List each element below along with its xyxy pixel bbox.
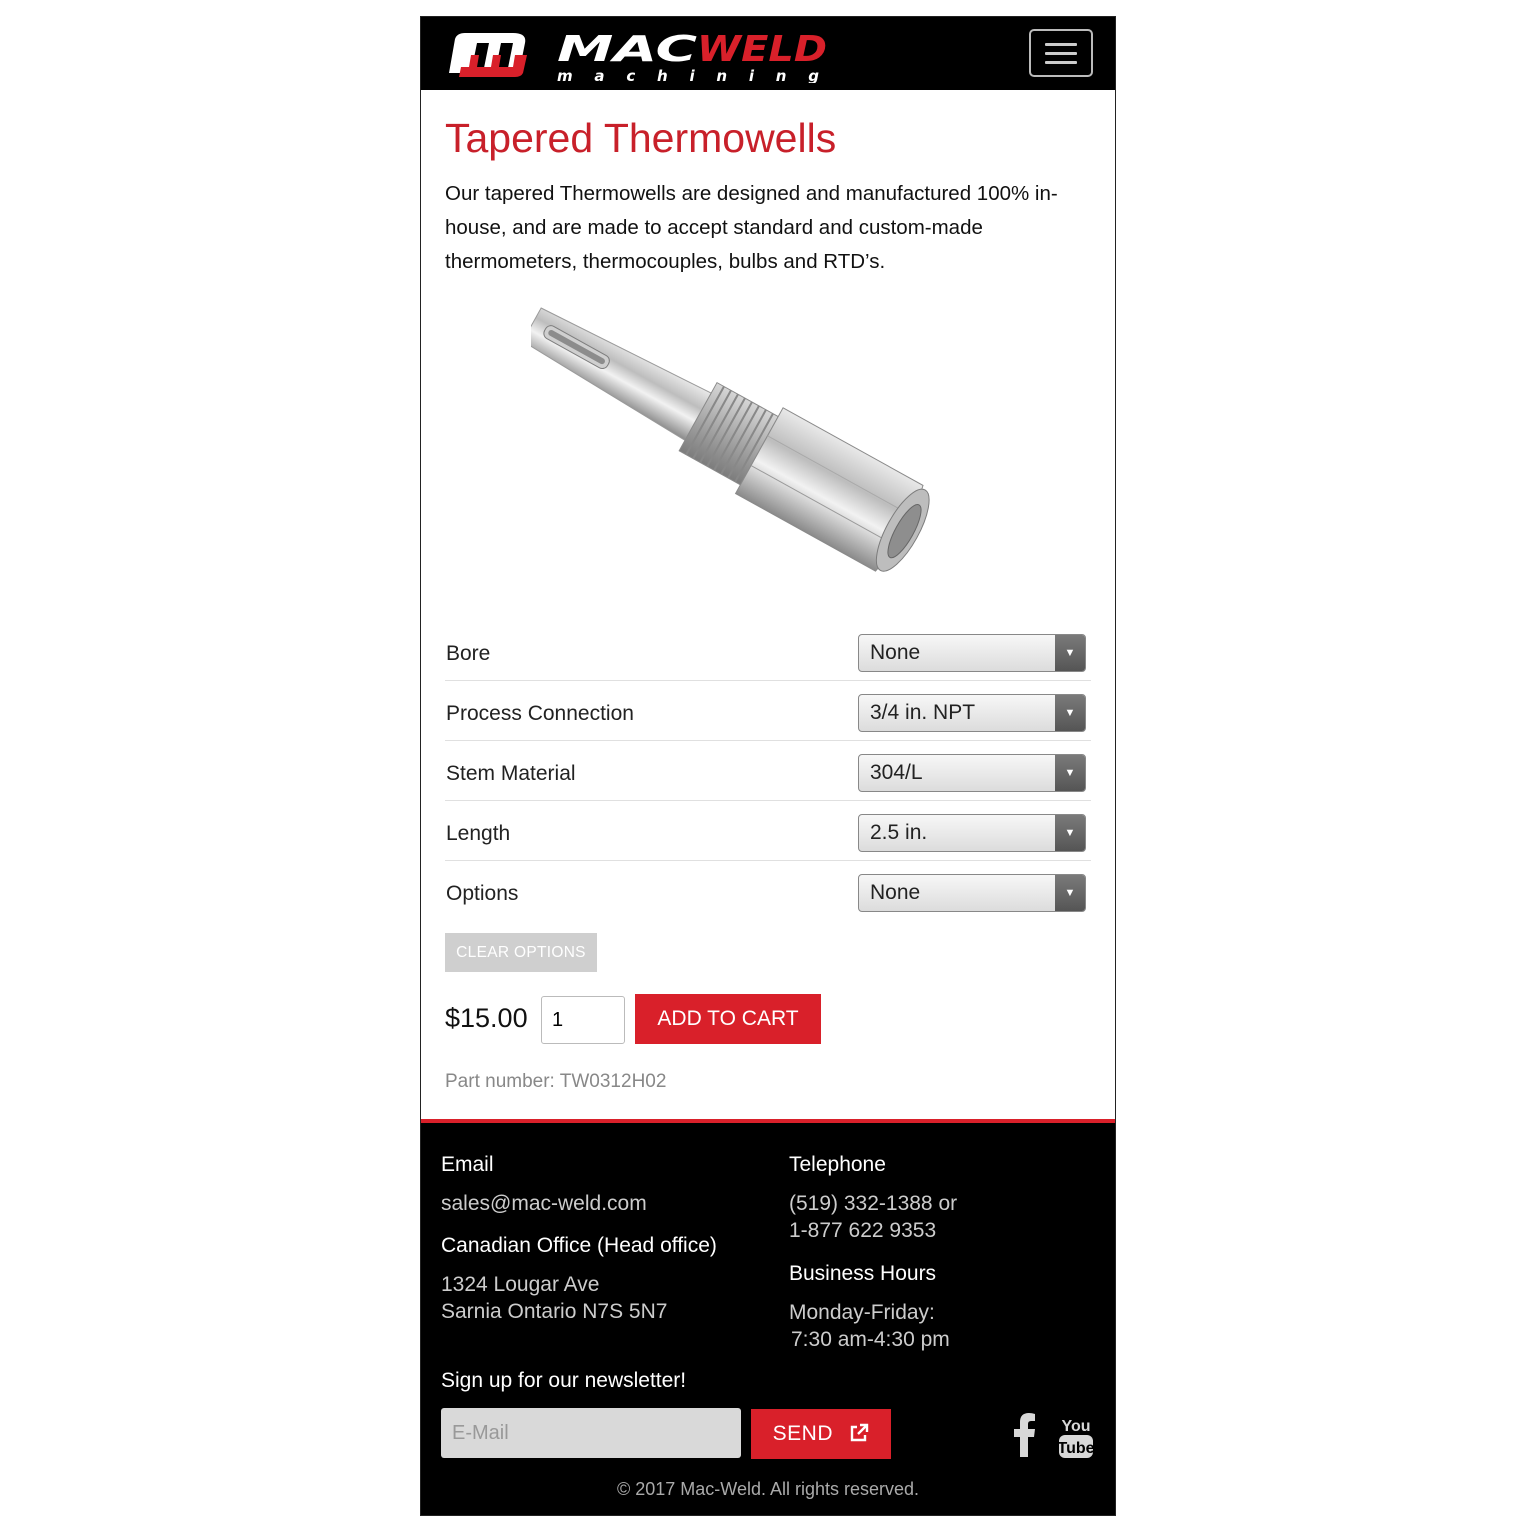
site-header: MAC WELD m a c h i n i n g xyxy=(421,17,1115,90)
youtube-icon[interactable]: You Tube xyxy=(1057,1415,1095,1459)
email-heading: Email xyxy=(441,1153,494,1176)
process-connection-select[interactable]: 3/4 in. NPT ▼ xyxy=(858,694,1086,732)
bore-select[interactable]: None ▼ xyxy=(858,634,1086,672)
option-row-process-connection: Process Connection 3/4 in. NPT ▼ xyxy=(445,681,1091,741)
hamburger-menu-button[interactable] xyxy=(1029,29,1093,77)
option-row-length: Length 2.5 in. ▼ xyxy=(445,801,1091,861)
select-value: 3/4 in. NPT xyxy=(870,701,976,724)
newsletter-send-button[interactable]: SEND xyxy=(751,1409,891,1459)
phone-number-1[interactable]: (519) 332-1388 or xyxy=(789,1190,957,1217)
phone-viewport: MAC WELD m a c h i n i n g Tapered Therm… xyxy=(420,16,1116,1516)
select-value: None xyxy=(870,881,921,904)
options-select[interactable]: None ▼ xyxy=(858,874,1086,912)
site-footer: Email sales@mac-weld.com Canadian Office… xyxy=(421,1119,1115,1515)
newsletter-heading: Sign up for our newsletter! xyxy=(441,1369,687,1392)
youtube-you-text: You xyxy=(1061,1418,1090,1435)
office-heading: Canadian Office (Head office) xyxy=(441,1234,717,1257)
option-row-options: Options None ▼ xyxy=(445,861,1091,921)
telephone-heading: Telephone xyxy=(789,1153,886,1176)
option-label: Process Connection xyxy=(446,702,634,725)
option-row-bore: Bore None ▼ xyxy=(445,621,1091,681)
dropdown-arrow-icon: ▼ xyxy=(1055,695,1085,731)
business-hours-days: Monday-Friday: xyxy=(789,1301,935,1324)
part-number: Part number: TW0312H02 xyxy=(445,1071,667,1092)
newsletter-email-input[interactable] xyxy=(441,1408,741,1458)
facebook-icon[interactable] xyxy=(1011,1413,1037,1457)
clear-options-button[interactable]: CLEAR OPTIONS xyxy=(445,933,597,972)
option-label: Length xyxy=(446,822,511,845)
copyright-text: © 2017 Mac-Weld. All rights reserved. xyxy=(616,1479,920,1499)
macweld-logo-mark[interactable] xyxy=(443,29,531,79)
email-link[interactable]: sales@mac-weld.com xyxy=(441,1190,647,1217)
option-label: Bore xyxy=(446,642,491,665)
dropdown-arrow-icon: ▼ xyxy=(1055,875,1085,911)
wordmark-weld: WELD xyxy=(697,29,827,70)
address-line-2: Sarnia Ontario N7S 5N7 xyxy=(441,1300,668,1323)
macweld-wordmark: MAC WELD m a c h i n i n g xyxy=(557,29,827,83)
product-description: Our tapered Thermowells are designed and… xyxy=(445,182,1058,273)
dropdown-arrow-icon: ▼ xyxy=(1055,635,1085,671)
send-label: SEND xyxy=(772,1422,833,1445)
select-value: None xyxy=(870,641,921,664)
wordmark-mac: MAC xyxy=(557,29,698,70)
address-line-1: 1324 Lougar Ave xyxy=(441,1273,600,1296)
external-link-icon xyxy=(851,1423,869,1442)
product-price: $15.00 xyxy=(445,1003,528,1033)
option-label: Options xyxy=(446,882,519,905)
phone-number-2[interactable]: 1-877 622 9353 xyxy=(789,1217,936,1244)
business-hours-time: 7:30 am-4:30 pm xyxy=(791,1328,950,1351)
quantity-input[interactable] xyxy=(541,996,625,1044)
hamburger-menu-icon xyxy=(1045,43,1077,46)
select-value: 2.5 in. xyxy=(870,821,928,844)
youtube-tube-text: Tube xyxy=(1057,1440,1094,1457)
page-title: Tapered Thermowells xyxy=(445,115,837,161)
dropdown-arrow-icon: ▼ xyxy=(1055,815,1085,851)
dropdown-arrow-icon: ▼ xyxy=(1055,755,1085,791)
option-label: Stem Material xyxy=(446,762,576,785)
length-select[interactable]: 2.5 in. ▼ xyxy=(858,814,1086,852)
business-hours-heading: Business Hours xyxy=(789,1262,937,1285)
option-row-stem-material: Stem Material 304/L ▼ xyxy=(445,741,1091,801)
thermowell-product-image xyxy=(531,307,930,572)
stem-material-select[interactable]: 304/L ▼ xyxy=(858,754,1086,792)
select-value: 304/L xyxy=(870,761,923,784)
add-to-cart-button[interactable]: ADD TO CART xyxy=(635,994,821,1044)
